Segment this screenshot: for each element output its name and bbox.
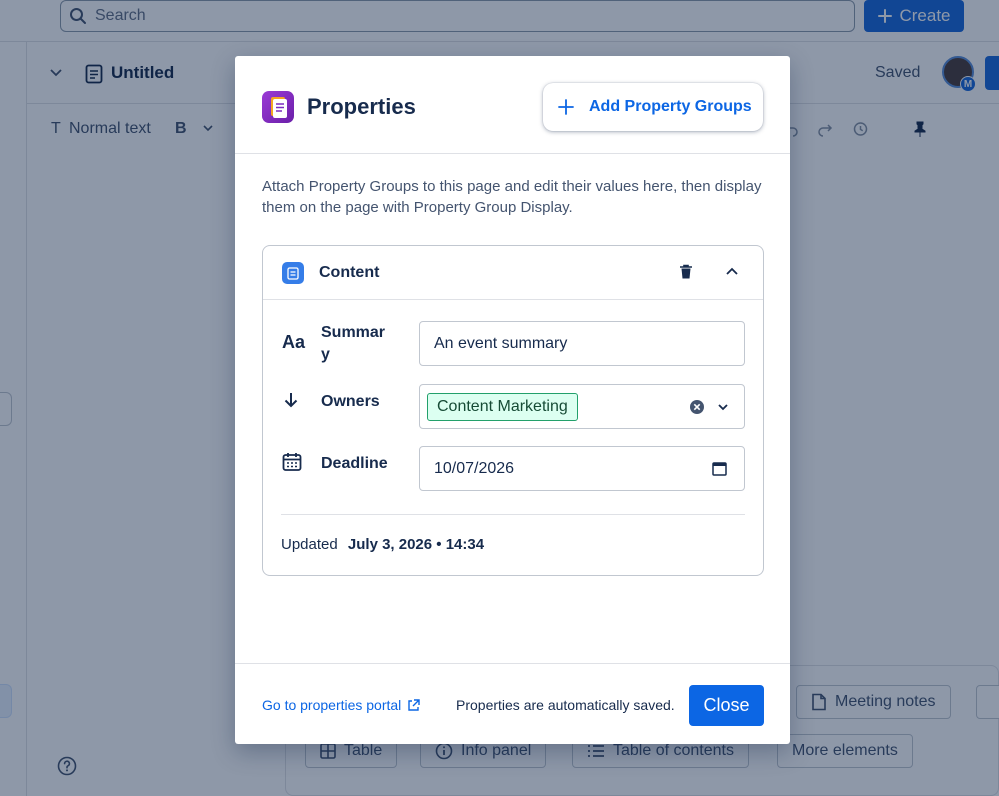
deadline-date-input[interactable]: 10/07/2026 [419, 446, 745, 491]
owners-select[interactable]: Content Marketing [419, 384, 745, 429]
chevron-up-icon[interactable] [725, 266, 739, 278]
summary-label: Summary [321, 324, 386, 363]
chevron-down-icon[interactable] [717, 401, 729, 413]
close-button[interactable]: Close [689, 685, 764, 726]
add-property-groups-button[interactable]: Add Property Groups [543, 83, 763, 131]
card-divider [281, 514, 745, 515]
autosave-note: Properties are automatically saved. [456, 697, 675, 713]
property-group-name: Content [319, 264, 380, 281]
dialog-header: Properties Add Property Groups [235, 56, 790, 154]
properties-portal-link[interactable]: Go to properties portal [262, 697, 420, 713]
content-group-icon [282, 262, 304, 284]
portal-link-label: Go to properties portal [262, 697, 402, 713]
updated-timestamp: Updated July 3, 2026 • 14:34 [281, 536, 484, 553]
add-property-groups-label: Add Property Groups [589, 98, 752, 115]
calendar-icon [282, 453, 302, 471]
calendar-picker-icon[interactable] [712, 461, 727, 476]
owner-tag[interactable]: Content Marketing [427, 392, 578, 421]
updated-value: July 3, 2026 • 14:34 [347, 536, 485, 553]
text-type-icon: Aa [282, 332, 306, 352]
properties-dialog: Properties Add Property Groups Attach Pr… [235, 56, 790, 744]
summary-input[interactable]: An event summary [419, 321, 745, 366]
dialog-title: Properties [307, 94, 416, 119]
arrow-down-icon [284, 393, 298, 408]
dialog-description: Attach Property Groups to this page and … [262, 178, 762, 216]
property-group-header[interactable]: Content [263, 246, 763, 300]
owners-label: Owners [321, 393, 380, 410]
external-link-icon [408, 698, 420, 711]
trash-icon[interactable] [679, 264, 693, 280]
properties-app-logo-icon [262, 91, 294, 123]
property-group-card: Content Aa Summary An event summary Owne… [262, 245, 764, 576]
clear-icon[interactable] [689, 399, 705, 415]
deadline-label: Deadline [321, 455, 388, 472]
updated-label: Updated [281, 536, 338, 553]
dialog-footer: Go to properties portal Properties are a… [235, 663, 790, 744]
deadline-value: 10/07/2026 [434, 459, 515, 477]
plus-icon [558, 99, 574, 115]
